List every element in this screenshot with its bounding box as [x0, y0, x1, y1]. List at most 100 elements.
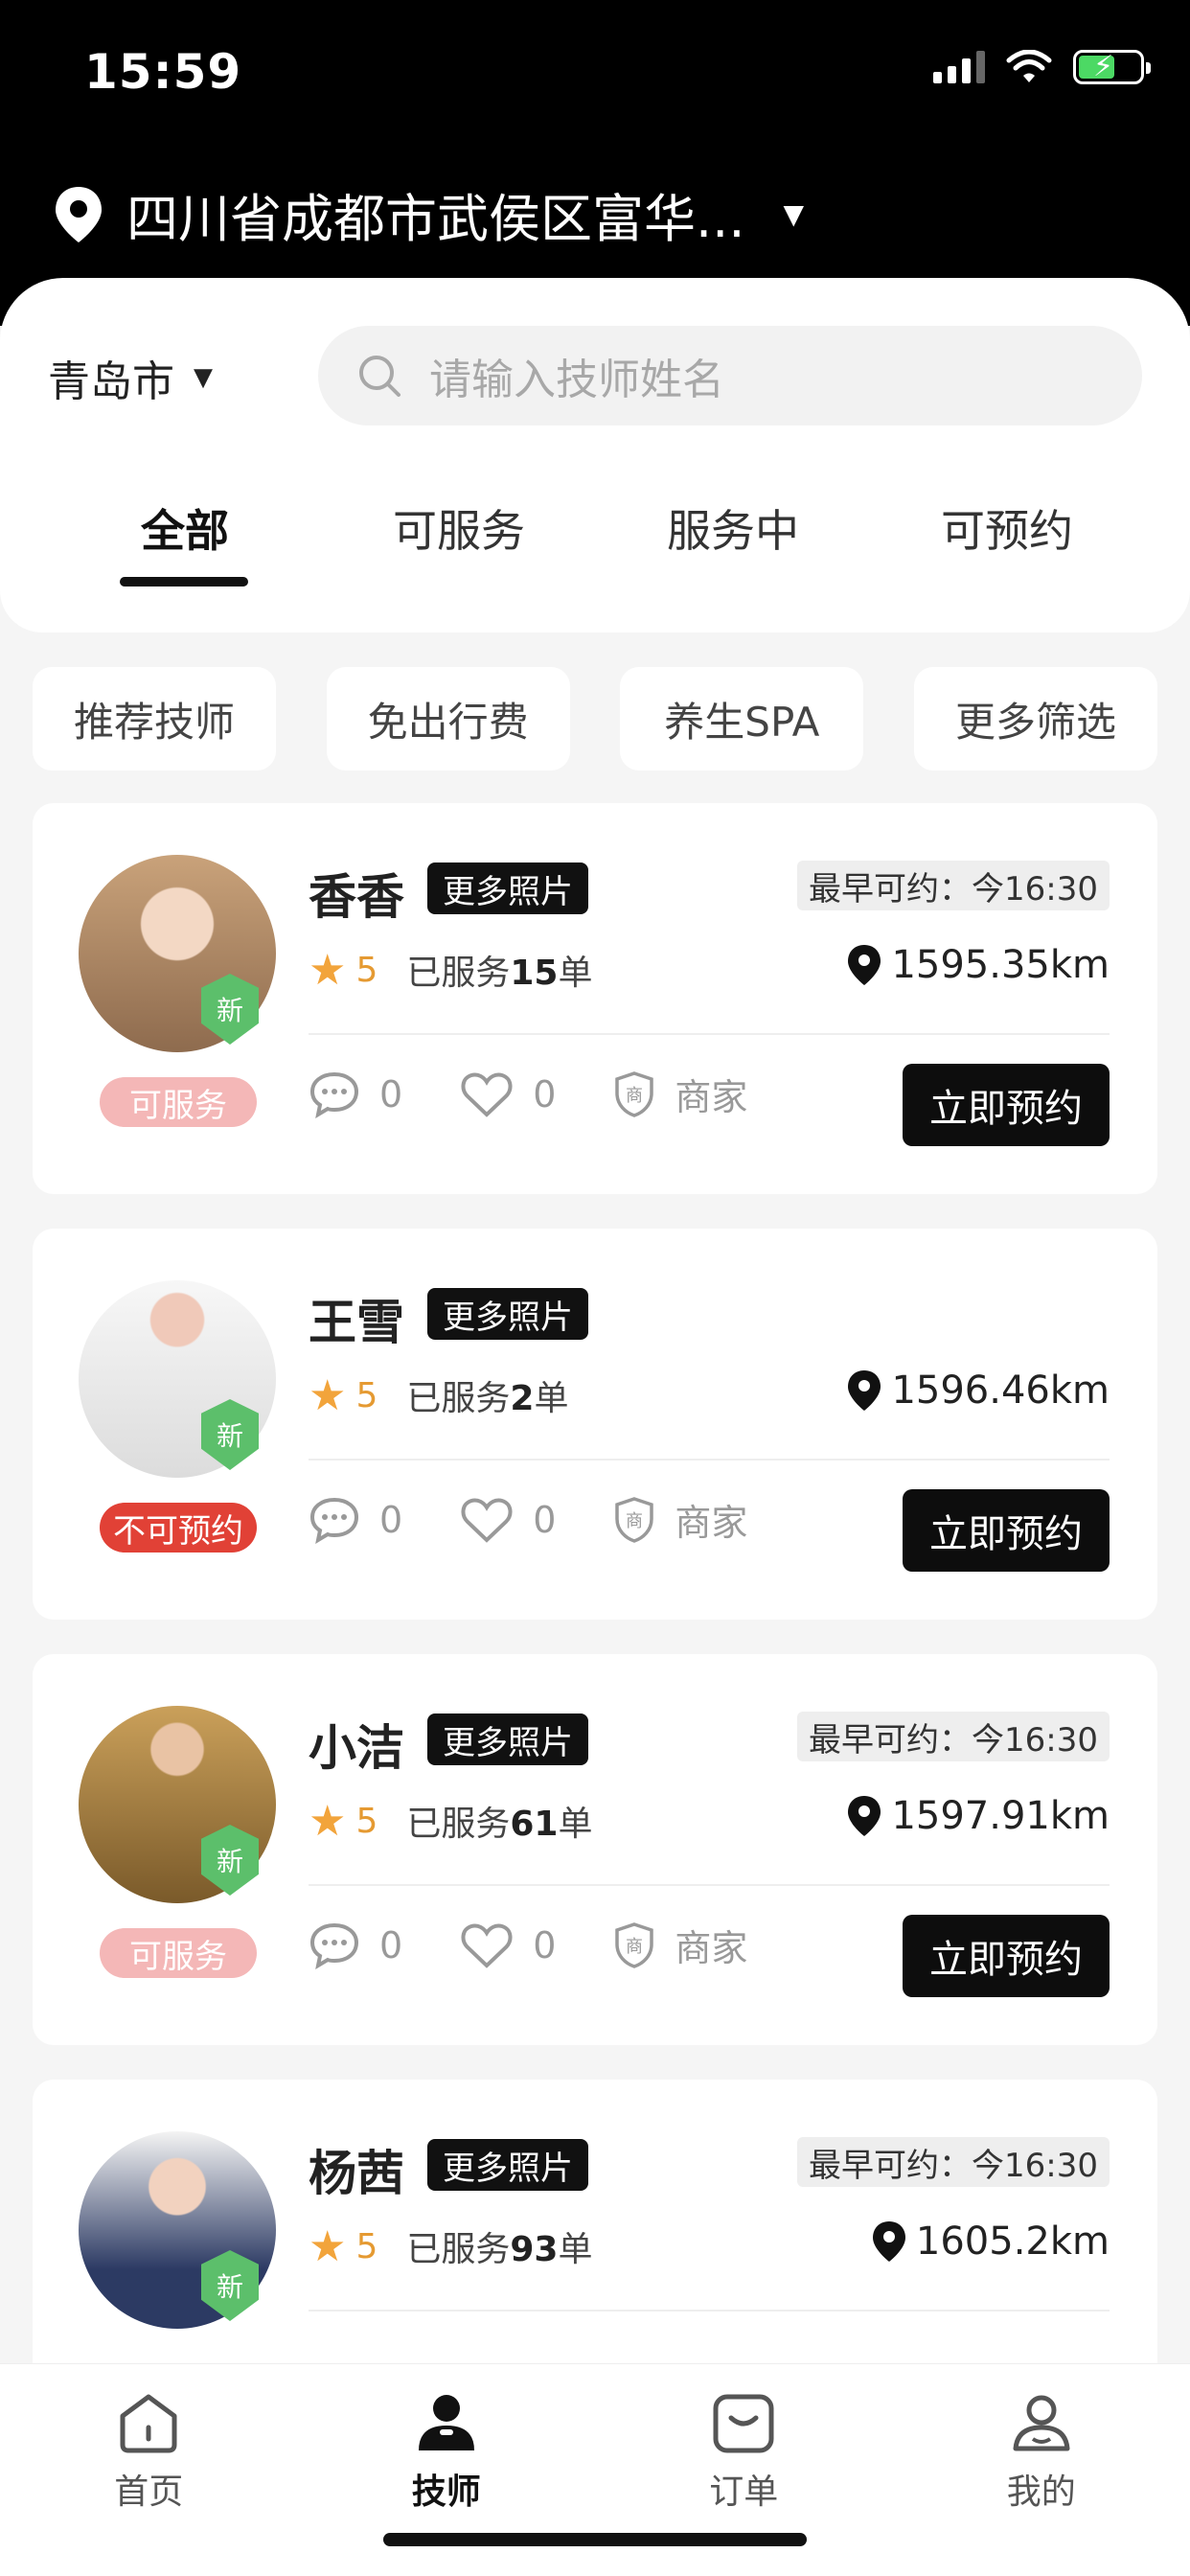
- tabbar-technician-label: 技师: [411, 2472, 481, 2512]
- tabbar-order-label: 订单: [709, 2472, 779, 2512]
- svg-text:商: 商: [626, 1086, 643, 1106]
- star-icon: ★: [309, 1796, 347, 1846]
- battery-icon: ⚡: [1073, 50, 1151, 84]
- like-count: 0: [533, 1072, 557, 1116]
- book-now-button[interactable]: 立即预约: [903, 1064, 1110, 1146]
- divider: [309, 1033, 1110, 1035]
- comment-icon[interactable]: [309, 1496, 360, 1544]
- order-icon: [713, 2394, 774, 2453]
- star-icon: ★: [309, 2221, 347, 2271]
- book-now-button[interactable]: 立即预约: [903, 1915, 1110, 1997]
- rating-row: ★ 5 已服务93单: [309, 2221, 593, 2271]
- more-photos-button[interactable]: 更多照片: [427, 1714, 588, 1765]
- location-pin-icon: [848, 1370, 881, 1411]
- technician-card[interactable]: 新 可服务 小洁 更多照片 最早可约：今16:30 ★ 5 已服务61单 159…: [33, 1654, 1157, 2045]
- tab-active-indicator: [120, 577, 248, 586]
- location-pin-icon: [848, 1796, 881, 1836]
- merchant-label: 商家: [675, 1502, 748, 1544]
- city-label: 青岛市: [48, 357, 174, 406]
- book-now-button[interactable]: 立即预约: [903, 1489, 1110, 1572]
- rating-row: ★ 5 已服务2单: [309, 1370, 568, 1420]
- search-input[interactable]: 请输入技师姓名: [318, 326, 1142, 426]
- home-indicator: [383, 2533, 807, 2546]
- more-photos-button[interactable]: 更多照片: [427, 862, 588, 914]
- tabbar-order[interactable]: 订单: [595, 2391, 893, 2514]
- more-photos-button[interactable]: 更多照片: [427, 2139, 588, 2191]
- signal-icon: [933, 51, 985, 83]
- tabbar-profile[interactable]: 我的: [893, 2391, 1190, 2514]
- comment-count: 0: [379, 1072, 403, 1116]
- heart-icon[interactable]: [460, 1921, 514, 1969]
- earliest-time: 最早可约：今16:30: [797, 861, 1110, 910]
- technician-card[interactable]: 新 可服务 香香 更多照片 最早可约：今16:30 ★ 5 已服务15单 159…: [33, 803, 1157, 1194]
- stats-row: 0 0 商 商家: [309, 1068, 747, 1120]
- location-pin-icon: [848, 945, 881, 985]
- top-header: 15:59 ⚡ 四川省成都市武侯区富华... ▼: [0, 0, 1190, 326]
- stats-row: 0 0 商 商家: [309, 1919, 747, 1971]
- bottom-tab-bar: 首页 技师 订单 我的: [0, 2363, 1190, 2576]
- filter-bar: 推荐技师 免出行费 养生SPA 更多筛选: [33, 667, 1157, 770]
- merchant-label: 商家: [675, 1076, 748, 1118]
- star-icon: ★: [309, 945, 347, 995]
- technician-name: 王雪: [309, 1295, 404, 1350]
- tab-available[interactable]: 可服务: [322, 496, 596, 560]
- tab-in-service[interactable]: 服务中: [596, 496, 870, 560]
- divider: [309, 2310, 1110, 2312]
- search-placeholder: 请输入技师姓名: [429, 356, 724, 404]
- comment-icon[interactable]: [309, 1070, 360, 1118]
- filter-more[interactable]: 更多筛选: [913, 667, 1157, 770]
- stats-row: 0 0 商 商家: [309, 1493, 747, 1546]
- filter-recommended[interactable]: 推荐技师: [33, 667, 276, 770]
- location-selector[interactable]: 四川省成都市武侯区富华... ▼: [52, 176, 804, 252]
- tab-bookable[interactable]: 可预约: [870, 496, 1144, 560]
- rating-score: 5: [355, 2226, 378, 2266]
- technician-name: 香香: [309, 869, 404, 925]
- filter-free-travel[interactable]: 免出行费: [326, 667, 570, 770]
- technician-card[interactable]: 新 不可预约 王雪 更多照片 ★ 5 已服务2单 1596.46km 0 0 商…: [33, 1229, 1157, 1620]
- heart-icon[interactable]: [460, 1070, 514, 1118]
- location-pin-icon: [872, 2221, 905, 2262]
- earliest-time: 最早可约：今16:30: [797, 2137, 1110, 2187]
- technician-name: 杨茜: [309, 2146, 404, 2201]
- distance: 1605.2km: [870, 2220, 1110, 2264]
- status-time: 15:59: [84, 44, 242, 100]
- heart-icon[interactable]: [460, 1496, 514, 1544]
- tabbar-technician[interactable]: 技师: [298, 2391, 596, 2514]
- wifi-icon: [1006, 50, 1052, 82]
- status-badge: 不可预约: [100, 1503, 257, 1552]
- comment-count: 0: [379, 1923, 403, 1966]
- caret-down-icon: ▼: [194, 363, 213, 392]
- tabbar-profile-label: 我的: [1006, 2472, 1076, 2512]
- search-panel: 青岛市 ▼ 请输入技师姓名 全部 可服务 服务中 可预约: [0, 278, 1190, 632]
- comment-icon[interactable]: [309, 1921, 360, 1969]
- caret-down-icon: ▼: [783, 198, 805, 230]
- rating-row: ★ 5 已服务15单: [309, 945, 593, 995]
- earliest-time: 最早可约：今16:30: [797, 1712, 1110, 1761]
- divider: [309, 1459, 1110, 1460]
- served-count: 已服务61单: [406, 1805, 593, 1844]
- served-count: 已服务93单: [406, 2230, 593, 2269]
- location-pin-icon: [56, 186, 102, 242]
- profile-icon: [1013, 2395, 1070, 2451]
- status-tabs: 全部 可服务 服务中 可预约: [0, 496, 1190, 586]
- rating-score: 5: [355, 1375, 378, 1415]
- more-photos-button[interactable]: 更多照片: [427, 1288, 588, 1340]
- distance: 1597.91km: [845, 1794, 1110, 1838]
- comment-count: 0: [379, 1498, 403, 1541]
- technician-list: 新 可服务 香香 更多照片 最早可约：今16:30 ★ 5 已服务15单 159…: [33, 803, 1157, 2505]
- tab-all[interactable]: 全部: [48, 496, 322, 586]
- distance: 1596.46km: [845, 1368, 1110, 1413]
- tabbar-home-label: 首页: [114, 2472, 184, 2512]
- served-count: 已服务15单: [406, 954, 593, 993]
- served-count: 已服务2单: [406, 1379, 569, 1418]
- merchant-shield-icon: 商: [615, 1921, 654, 1968]
- filter-spa[interactable]: 养生SPA: [620, 667, 864, 770]
- status-icons: ⚡: [933, 50, 1151, 84]
- city-selector[interactable]: 青岛市 ▼: [48, 347, 213, 408]
- merchant-shield-icon: 商: [615, 1496, 654, 1543]
- rating-score: 5: [355, 950, 378, 990]
- tabbar-home[interactable]: 首页: [0, 2391, 298, 2514]
- svg-text:商: 商: [626, 1937, 643, 1957]
- svg-text:商: 商: [626, 1511, 643, 1531]
- rating-row: ★ 5 已服务61单: [309, 1796, 593, 1846]
